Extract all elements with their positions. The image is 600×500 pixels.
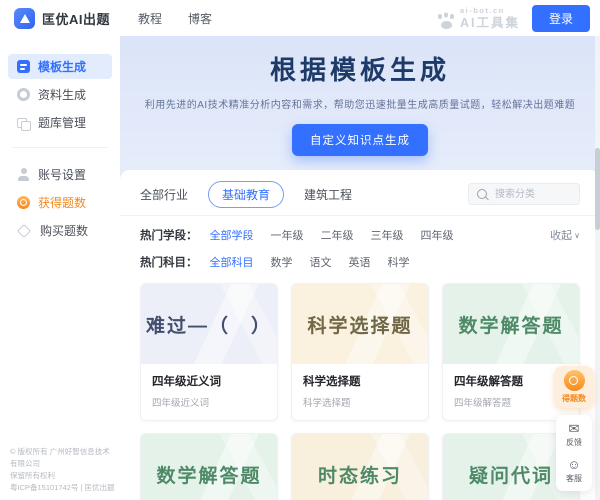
main-content: 根据模板生成 利用先进的AI技术精准分析内容和需求，帮助您迅速批量生成高质量试题… — [120, 36, 600, 500]
category-tabs: 全部行业 基础教育 建筑工程 — [120, 181, 600, 215]
template-panel: 全部行业 基础教育 建筑工程 热门学段： 全部学段 一年级 二年级 三年级 四年… — [120, 170, 600, 500]
sidebar-item-label: 购买题数 — [40, 222, 88, 239]
mail-icon: ✉ — [569, 422, 580, 435]
logo-text: 匡优AI出题 — [42, 9, 110, 28]
option-english[interactable]: 英语 — [349, 254, 371, 270]
tab-basic-education[interactable]: 基础教育 — [208, 181, 284, 208]
stage-options: 全部学段 一年级 二年级 三年级 四年级 — [210, 227, 454, 243]
sidebar-item-label: 题库管理 — [38, 114, 86, 131]
template-icon — [17, 60, 30, 73]
card-subtitle: 科学选择题 — [303, 395, 417, 409]
subject-options: 全部科目 数学 语文 英语 科学 — [210, 254, 410, 270]
material-icon — [17, 88, 30, 101]
logo-icon — [14, 8, 35, 29]
badge-label: 得题数 — [554, 393, 594, 404]
card-banner: 时态练习 — [292, 434, 428, 500]
page-subtitle: 利用先进的AI技术精准分析内容和需求，帮助您迅速批量生成高质量试题，轻松解决出题… — [138, 96, 582, 111]
sidebar-item-label: 账号设置 — [38, 166, 86, 183]
get-questions-badge[interactable]: 得题数 — [554, 366, 594, 408]
option-chinese[interactable]: 语文 — [310, 254, 332, 270]
search-box[interactable] — [468, 183, 580, 205]
feedback-label: 反馈 — [566, 437, 582, 448]
card-banner: 难过—（ ） — [141, 284, 277, 364]
option-grade-4[interactable]: 四年级 — [421, 227, 454, 243]
watermark: ai-bot.cn AI工具集 — [438, 7, 520, 29]
app-window: 匡优AI出题 教程 博客 ai-bot.cn AI工具集 登录 模板生成 资料生… — [0, 0, 600, 500]
option-grade-1[interactable]: 一年级 — [271, 227, 304, 243]
card-banner: 数学解答题 — [141, 434, 277, 500]
custom-knowledge-generate-button[interactable]: 自定义知识点生成 — [292, 124, 428, 156]
filter-label-subject: 热门科目： — [140, 254, 198, 270]
page-title: 根据模板生成 — [120, 50, 600, 87]
customer-service-label: 客服 — [566, 473, 582, 484]
card-title: 四年级近义词 — [152, 373, 266, 389]
header-nav: 教程 博客 — [138, 10, 212, 27]
header-right: ai-bot.cn AI工具集 登录 — [438, 5, 590, 32]
sidebar-item-label: 获得题数 — [38, 194, 86, 211]
card-subtitle: 四年级解答题 — [454, 395, 568, 409]
coin-icon — [17, 196, 30, 209]
paw-icon — [438, 14, 455, 29]
icp-line: 粤ICP备15101742号 | 匡优出题 — [10, 482, 116, 494]
sidebar-item-get-questions[interactable]: 获得题数 — [8, 190, 112, 215]
sidebar-item-buy-questions[interactable]: 购买题数 — [8, 218, 112, 243]
sidebar-item-template-generate[interactable]: 模板生成 — [8, 54, 112, 79]
sidebar-item-material-generate[interactable]: 资料生成 — [8, 82, 112, 107]
chat-icon: ☺ — [567, 458, 580, 471]
option-all-subjects[interactable]: 全部科目 — [210, 254, 254, 270]
template-card-science-choice[interactable]: 科学选择题 科学选择题 科学选择题 — [291, 283, 429, 421]
option-grade-3[interactable]: 三年级 — [371, 227, 404, 243]
header: 匡优AI出题 教程 博客 ai-bot.cn AI工具集 登录 — [0, 0, 600, 36]
logo: 匡优AI出题 — [14, 8, 110, 29]
hero-section: 根据模板生成 利用先进的AI技术精准分析内容和需求，帮助您迅速批量生成高质量试题… — [120, 36, 600, 156]
rights-line: 保留所有权利 — [10, 470, 116, 482]
template-card-synonyms[interactable]: 难过—（ ） 四年级近义词 四年级近义词 — [140, 283, 278, 421]
login-button[interactable]: 登录 — [532, 5, 590, 32]
sidebar-divider — [12, 147, 108, 148]
nav-item-blog[interactable]: 博客 — [188, 10, 212, 27]
copyright-line: © 版权所有 广州好智信息技术有限公司 — [10, 446, 116, 470]
option-all-stages[interactable]: 全部学段 — [210, 227, 254, 243]
customer-service-button[interactable]: ☺ 客服 — [566, 458, 582, 484]
template-card-grid: 难过—（ ） 四年级近义词 四年级近义词 科学选择题 科学选择题 科学选择题 数… — [140, 283, 580, 500]
feedback-button[interactable]: ✉ 反馈 — [566, 422, 582, 448]
tab-all-industries[interactable]: 全部行业 — [140, 186, 188, 203]
card-title: 科学选择题 — [303, 373, 417, 389]
gem-icon — [17, 223, 31, 237]
scrollbar-track — [595, 36, 600, 500]
option-grade-2[interactable]: 二年级 — [321, 227, 354, 243]
filter-row-subject: 热门科目： 全部科目 数学 语文 英语 科学 — [120, 243, 600, 270]
bank-icon — [17, 118, 27, 128]
card-banner: 科学选择题 — [292, 284, 428, 364]
account-icon — [17, 168, 30, 181]
option-science[interactable]: 科学 — [388, 254, 410, 270]
card-banner: 数学解答题 — [443, 284, 579, 364]
filter-label-stage: 热门学段： — [140, 227, 198, 243]
card-title: 四年级解答题 — [454, 373, 568, 389]
tab-construction[interactable]: 建筑工程 — [304, 186, 352, 203]
option-math[interactable]: 数学 — [271, 254, 293, 270]
search-input[interactable] — [493, 188, 571, 201]
sidebar-item-account-settings[interactable]: 账号设置 — [8, 162, 112, 187]
support-panel: ✉ 反馈 ☺ 客服 — [556, 415, 592, 491]
card-subtitle: 四年级近义词 — [152, 395, 266, 409]
nav-item-tutorial[interactable]: 教程 — [138, 10, 162, 27]
sidebar-item-label: 资料生成 — [38, 86, 86, 103]
sidebar: 模板生成 资料生成 题库管理 账号设置 获得题数 购买题数 © 版权所有 广州好… — [0, 36, 120, 500]
template-card-tense-practice[interactable]: 时态练习 三年级英语时态练习 — [291, 433, 429, 500]
sidebar-item-label: 模板生成 — [38, 58, 86, 75]
chevron-down-icon: ∨ — [574, 231, 580, 240]
sidebar-item-question-bank[interactable]: 题库管理 — [8, 110, 112, 135]
coin-badge-icon — [564, 370, 585, 391]
scrollbar-thumb[interactable] — [595, 148, 600, 230]
watermark-url: ai-bot.cn — [460, 7, 505, 15]
search-icon — [477, 189, 487, 199]
watermark-title: AI工具集 — [460, 17, 520, 30]
filter-row-stage: 热门学段： 全部学段 一年级 二年级 三年级 四年级 收起 ∨ — [120, 216, 600, 243]
template-card-math-g3[interactable]: 数学解答题 三年级解答题 — [140, 433, 278, 500]
collapse-label: 收起 — [550, 227, 572, 243]
collapse-toggle[interactable]: 收起 ∨ — [550, 227, 580, 243]
sidebar-footer: © 版权所有 广州好智信息技术有限公司 保留所有权利 粤ICP备15101742… — [10, 446, 116, 494]
floating-widget: 得题数 ✉ 反馈 ☺ 客服 — [553, 366, 595, 491]
